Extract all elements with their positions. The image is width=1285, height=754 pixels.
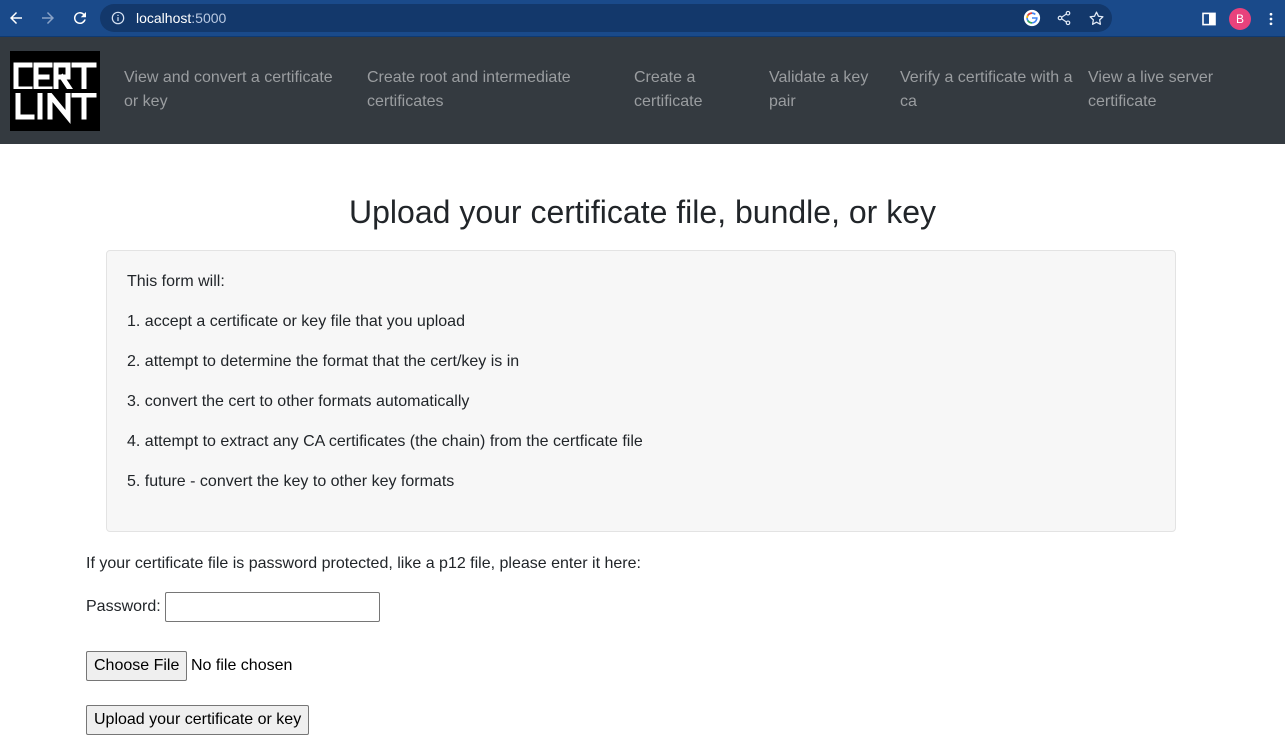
info-item: 4. attempt to extract any CA certificate… bbox=[127, 433, 643, 450]
reload-button[interactable] bbox=[64, 2, 96, 34]
password-note: If your certificate file is password pro… bbox=[86, 555, 641, 572]
menu-icon[interactable] bbox=[1257, 0, 1285, 37]
nav-verify-certificate[interactable]: Verify a certificate with a ca bbox=[900, 66, 1075, 114]
nav-live-server[interactable]: View a live server certificate bbox=[1088, 66, 1238, 114]
choose-file-button[interactable]: Choose File bbox=[86, 651, 188, 681]
url-text: localhost:5000 bbox=[136, 10, 227, 26]
forward-button[interactable] bbox=[32, 2, 64, 34]
info-intro: This form will: bbox=[127, 273, 225, 290]
info-icon[interactable] bbox=[110, 10, 126, 26]
share-icon[interactable] bbox=[1048, 4, 1080, 32]
info-panel: This form will: 1. accept a certificate … bbox=[106, 250, 1176, 532]
password-field[interactable] bbox=[165, 592, 380, 622]
arrow-right-icon bbox=[42, 12, 54, 24]
back-button[interactable] bbox=[0, 2, 32, 34]
browser-toolbar: localhost:5000 B bbox=[0, 0, 1285, 37]
nav-view-convert[interactable]: View and convert a certificate or key bbox=[124, 66, 349, 114]
reload-icon bbox=[73, 12, 86, 25]
site-navbar: View and convert a certificate or key Cr… bbox=[0, 37, 1285, 144]
address-bar[interactable]: localhost:5000 bbox=[100, 4, 1112, 32]
google-lens-icon[interactable] bbox=[1016, 4, 1048, 32]
side-panel-icon[interactable] bbox=[1193, 0, 1225, 37]
info-item: 3. convert the cert to other formats aut… bbox=[127, 393, 470, 410]
file-status-text: No file chosen bbox=[191, 657, 293, 674]
info-item: 2. attempt to determine the format that … bbox=[127, 353, 520, 370]
nav-validate-key-pair[interactable]: Validate a key pair bbox=[769, 66, 884, 114]
bookmark-star-icon[interactable] bbox=[1080, 4, 1112, 32]
page-title: Upload your certificate file, bundle, or… bbox=[349, 194, 936, 230]
nav-create-certificate[interactable]: Create a certificate bbox=[634, 66, 744, 114]
upload-button[interactable]: Upload your certificate or key bbox=[86, 705, 310, 735]
arrow-left-icon bbox=[10, 12, 22, 24]
info-item: 5. future - convert the key to other key… bbox=[127, 473, 455, 490]
nav-create-root[interactable]: Create root and intermediate certificate… bbox=[367, 66, 617, 114]
certlint-logo[interactable] bbox=[10, 51, 100, 131]
info-item: 1. accept a certificate or key file that… bbox=[127, 313, 465, 330]
password-label: Password: bbox=[86, 598, 161, 615]
profile-avatar[interactable]: B bbox=[1229, 7, 1251, 30]
